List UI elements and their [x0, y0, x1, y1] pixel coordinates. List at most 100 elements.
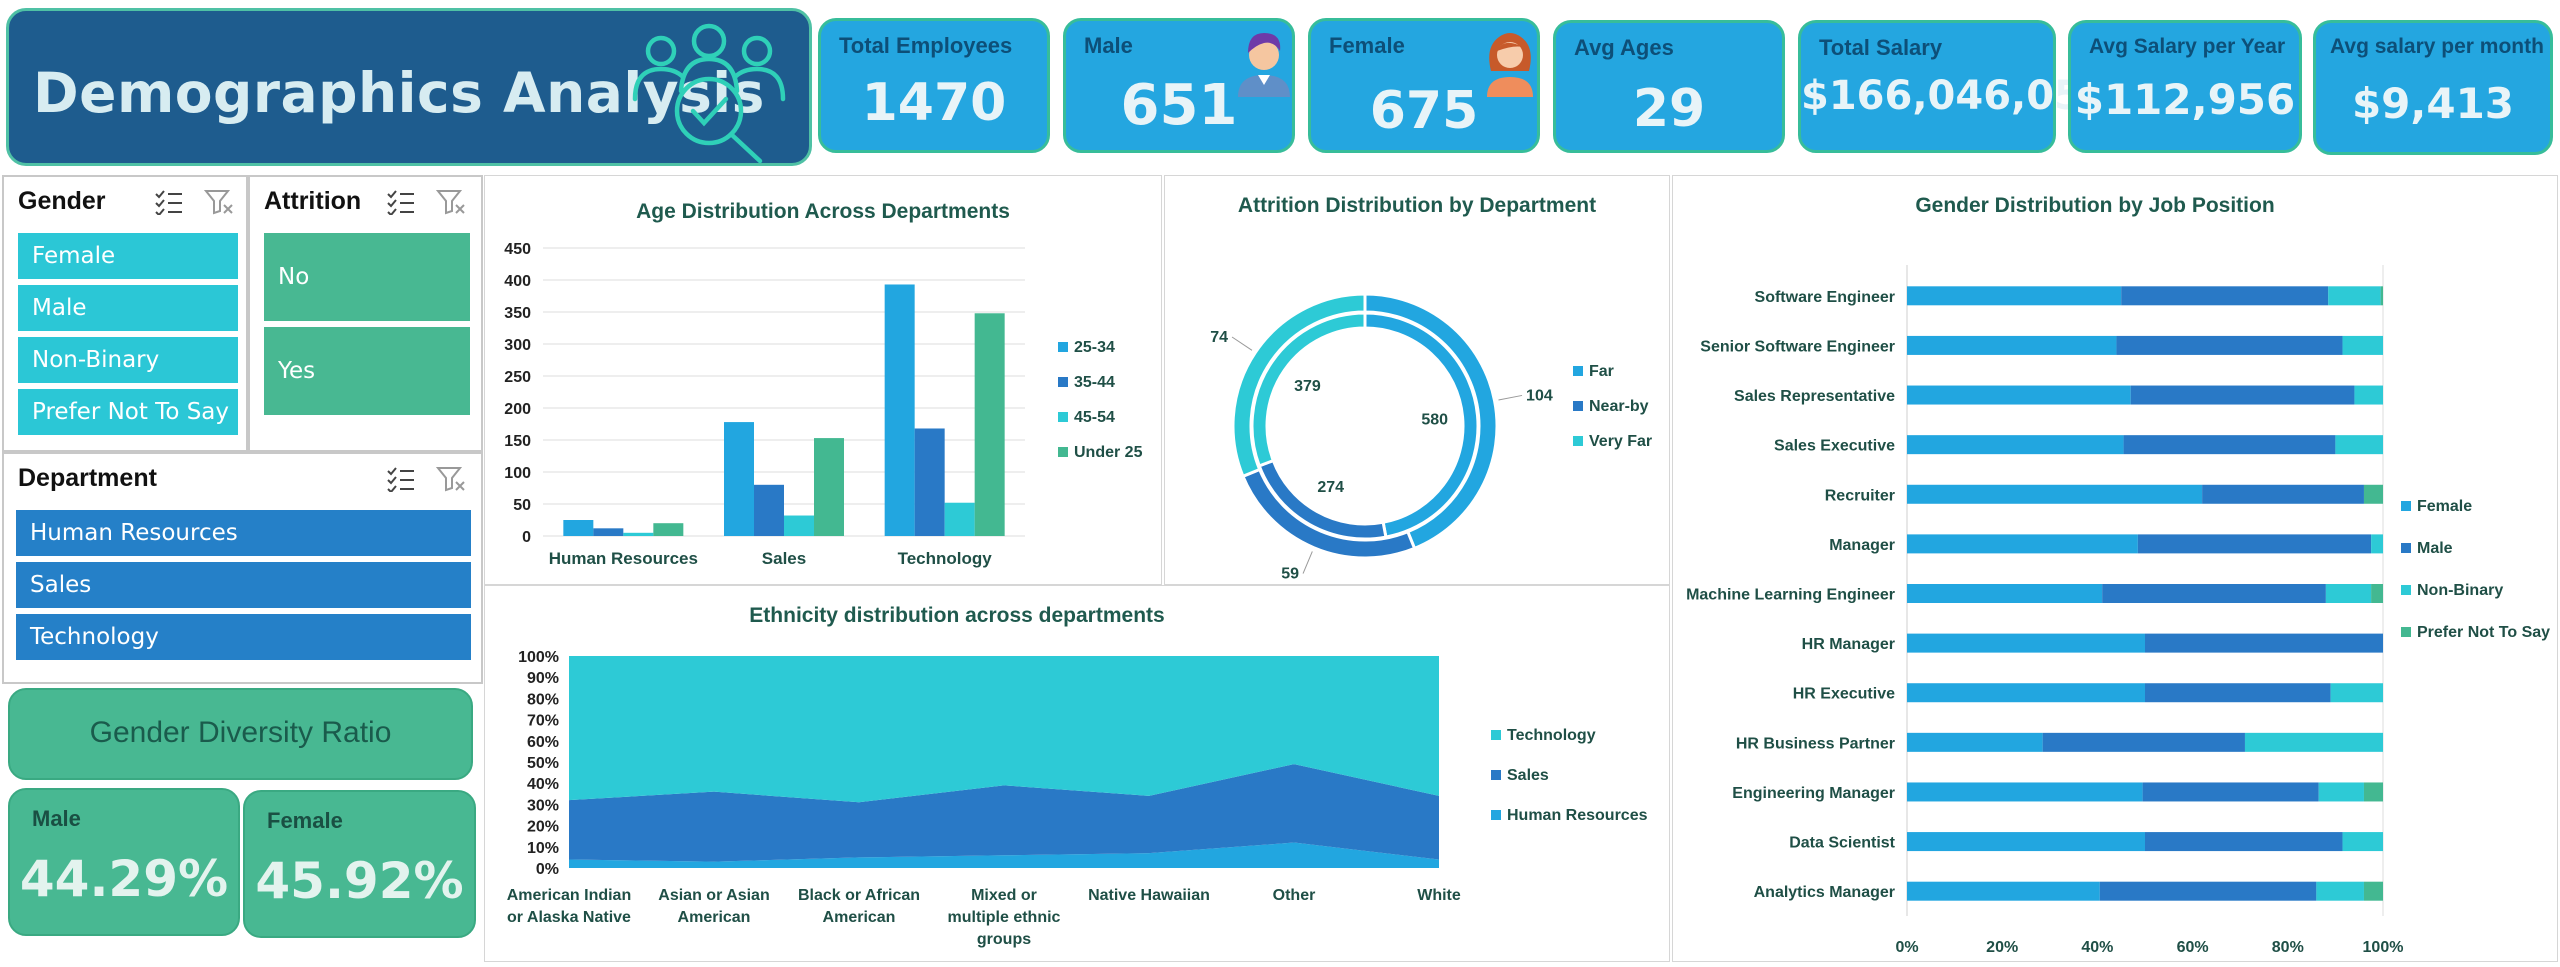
y-tick-label: 20%	[527, 819, 559, 836]
kpi-value: $166,046,052	[1801, 73, 2110, 119]
y-tick-label: 250	[504, 369, 531, 386]
gender-diversity-title: Gender Diversity Ratio	[89, 716, 392, 749]
bar-segment	[2102, 584, 2326, 603]
leader-line	[1302, 551, 1313, 574]
bar-segment	[2202, 484, 2364, 504]
y-tick-label: 50%	[527, 755, 559, 772]
age-distribution-chart: 0 50 100 150 200 250 300 350 400 450 Human Resourc…	[504, 241, 1142, 568]
multi-select-icon[interactable]	[386, 189, 416, 215]
y-tick-label: 450	[504, 241, 531, 258]
slicer-item-technology[interactable]: Technology	[16, 614, 471, 660]
legend-label: Far	[1589, 363, 1614, 380]
slicer-item-female[interactable]: Female	[18, 233, 238, 279]
bar	[784, 515, 814, 536]
gender-slicer: Gender Female Male Non-Binary Prefer Not…	[2, 175, 248, 452]
bar-segment	[1907, 385, 2131, 405]
legend-swatch	[1573, 401, 1583, 411]
kpi-label: Total Employees	[839, 33, 1013, 58]
legend-swatch	[1491, 810, 1501, 820]
x-tick-label: Asian or Asian	[658, 887, 769, 904]
y-tick-label: 300	[504, 337, 531, 354]
slicer-item-male[interactable]: Male	[18, 285, 238, 331]
legend-swatch	[1573, 436, 1583, 446]
bar-segment	[2363, 782, 2383, 802]
bar-segment	[2121, 286, 2329, 306]
y-tick-label: HR Business Partner	[1736, 735, 1895, 752]
y-tick-label: 60%	[527, 734, 559, 751]
bar	[884, 284, 915, 536]
male-ratio-label: Male	[32, 806, 81, 831]
bar-segment	[2330, 683, 2383, 703]
legend-label: Female	[2417, 498, 2472, 515]
slicer-item-no[interactable]: No	[264, 233, 470, 321]
bar-segment	[2137, 534, 2372, 554]
y-tick-label: Engineering Manager	[1732, 785, 1895, 802]
x-tick-label: American	[823, 909, 896, 926]
slicer-item-prefer-not-to-say[interactable]: Prefer Not To Say	[18, 389, 238, 435]
kpi-female: Female 675	[1308, 18, 1540, 153]
clear-filter-icon[interactable]	[436, 189, 466, 215]
x-tick-label: 40%	[2081, 939, 2113, 956]
y-tick-label: HR Executive	[1793, 686, 1895, 703]
legend-label: Technology	[1507, 727, 1596, 744]
y-tick-label: 50	[513, 497, 531, 514]
ethnicity-chart: 0% 10% 20% 30% 40% 50% 60% 70% 80% 90% 100% America…	[507, 649, 1648, 948]
legend-label: Human Resources	[1507, 807, 1648, 824]
x-tick-label: 0%	[1895, 939, 1918, 956]
y-tick-label: Software Engineer	[1755, 289, 1895, 306]
y-tick-label: 70%	[527, 713, 559, 730]
bar-segment	[2316, 881, 2364, 901]
bar-segment	[2116, 335, 2343, 355]
y-tick-label: 90%	[527, 670, 559, 687]
slicer-item-yes[interactable]: Yes	[264, 327, 470, 415]
ethnicity-panel: Ethnicity distribution across department…	[484, 585, 1670, 962]
legend-swatch	[2401, 501, 2411, 511]
slicer-title: Attrition	[264, 187, 362, 215]
slicer-title: Department	[18, 464, 157, 492]
data-label: 580	[1421, 411, 1448, 428]
x-tick-label: American Indian	[507, 887, 631, 904]
bar	[623, 532, 654, 536]
attrition-slicer: Attrition No Yes	[248, 175, 483, 452]
bar-segment	[2342, 335, 2383, 355]
bar	[724, 422, 754, 536]
female-ratio-label: Female	[267, 808, 343, 833]
y-tick-label: 100%	[518, 649, 559, 666]
bar-segment	[1907, 683, 2145, 703]
slicer-item-non-binary[interactable]: Non-Binary	[18, 337, 238, 383]
y-tick-label: 80%	[527, 691, 559, 708]
x-tick-label: Human Resources	[549, 549, 698, 568]
legend-swatch	[1058, 412, 1068, 422]
leader-line	[1231, 336, 1253, 351]
legend-label: 35-44	[1074, 374, 1115, 391]
multi-select-icon[interactable]	[386, 466, 416, 492]
kpi-avg-salary-year: Avg Salary per Year $112,956	[2068, 20, 2302, 153]
y-tick-label: Machine Learning Engineer	[1686, 587, 1895, 604]
kpi-label: Female	[1329, 33, 1405, 58]
kpi-label: Avg Salary per Year	[2089, 35, 2286, 58]
y-tick-label: 10%	[527, 840, 559, 857]
x-tick-label: Technology	[898, 549, 993, 568]
age-distribution-panel: Age Distribution Across Departments 0 50 1…	[484, 175, 1162, 585]
slicer-item-sales[interactable]: Sales	[16, 562, 471, 608]
multi-select-icon[interactable]	[154, 189, 184, 215]
bar-segment	[2123, 435, 2336, 455]
bar-segment	[2371, 534, 2383, 554]
x-tick-label: Sales	[762, 549, 806, 568]
slicer-item-human-resources[interactable]: Human Resources	[16, 510, 471, 556]
clear-filter-icon[interactable]	[204, 189, 234, 215]
legend-label: 45-54	[1074, 409, 1115, 426]
bar-segment	[1907, 832, 2145, 852]
kpi-value: $112,956	[2074, 75, 2296, 124]
bar	[974, 313, 1005, 536]
legend-label: Sales	[1507, 767, 1549, 784]
y-tick-label: 0%	[536, 861, 559, 878]
male-ratio-value: 44.29%	[19, 850, 229, 908]
bar-segment	[2318, 782, 2364, 802]
legend-label: Male	[2417, 540, 2453, 557]
data-label: 379	[1294, 378, 1321, 395]
bar-segment	[2142, 782, 2319, 802]
bar-segment	[2145, 633, 2383, 653]
clear-filter-icon[interactable]	[436, 466, 466, 492]
legend-swatch	[1058, 447, 1068, 457]
